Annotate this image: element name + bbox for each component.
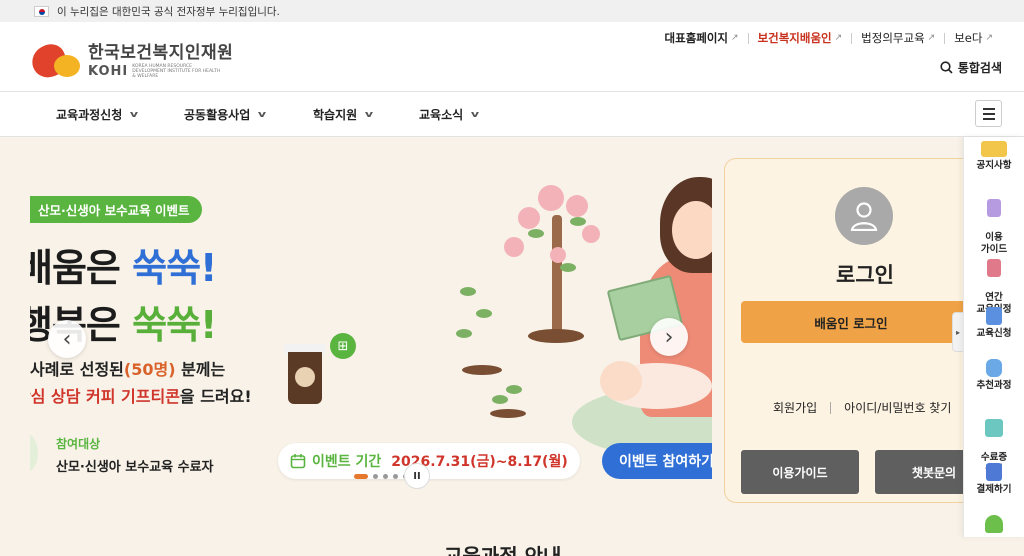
logo-abbr: KOHI: [88, 64, 129, 79]
logo-mark-icon: [27, 39, 82, 82]
gov-banner-text: 이 누리집은 대한민국 공식 전자정부 누리집입니다.: [57, 5, 280, 18]
all-menu-button[interactable]: [975, 100, 1002, 127]
quick-item-guide[interactable]: 이용 가이드: [964, 187, 1024, 256]
gift-icon: ⊞: [330, 333, 356, 359]
signup-link[interactable]: 회원가입: [773, 399, 817, 416]
external-link-icon: ↗: [834, 33, 843, 43]
quick-item-annual-schedule[interactable]: 연간 교육일정: [964, 247, 1024, 316]
event-description-1: 사례로 선정된(50명) 분께는: [30, 360, 226, 379]
nav-education-news[interactable]: 교육소식 v: [419, 106, 480, 123]
util-link-mandatory-edu[interactable]: 법정의무교육 ↗: [852, 30, 944, 46]
pagination-dot-active[interactable]: [354, 474, 368, 479]
quick-item-recommended[interactable]: 추천과정: [964, 359, 1024, 392]
banner-next-arrow-icon[interactable]: ›: [650, 318, 688, 356]
user-guide-button[interactable]: 이용가이드: [741, 450, 859, 494]
find-account-link[interactable]: 아이디/비밀번호 찾기: [844, 399, 951, 416]
login-links: 회원가입 아이디/비밀번호 찾기: [773, 399, 951, 416]
calendar-icon: [987, 259, 1001, 277]
event-description-2: 안심 상담 커피 기프티콘을 드려요!: [30, 387, 252, 406]
external-link-icon: ↗: [927, 33, 936, 43]
util-link-home[interactable]: 대표홈페이지 ↗: [656, 30, 748, 46]
notice-icon: [981, 141, 1007, 157]
payment-icon: [986, 463, 1002, 481]
site-header: 한국보건복지인재원 KOHI KOREA HUMAN RESOURCE DEVE…: [0, 22, 1024, 92]
pagination-dot[interactable]: [393, 474, 398, 479]
quick-item-notice[interactable]: 공지사항: [964, 141, 1024, 172]
chevron-down-icon: v: [258, 109, 267, 120]
person-icon: [985, 515, 1003, 533]
hero-section: 산모·신생아 보수교육 이벤트 배움은 쑥쑥! 행복은 쑥쑥! 사례로 선정된(…: [0, 137, 1024, 556]
integrated-search-button[interactable]: 통합검색: [940, 59, 1002, 76]
target-text: 산모·신생아 보수교육 수료자: [56, 460, 214, 475]
logo-name-ko: 한국보건복지인재원: [88, 43, 234, 63]
calendar-icon: [290, 454, 306, 469]
thumbs-up-icon: [986, 359, 1002, 377]
external-link-icon: ↗: [731, 33, 739, 43]
logo-name-en: KOREA HUMAN RESOURCE DEVELOPMENT INSTITU…: [132, 64, 221, 79]
guide-icon: [987, 199, 1001, 217]
certificate-icon: [985, 419, 1003, 437]
event-participate-button[interactable]: 이벤트 참여하기: [602, 443, 712, 479]
pause-icon[interactable]: II: [404, 463, 430, 489]
main-navigation: 교육과정신청 v 공동활용사업 v 학습지원 v 교육소식 v: [0, 92, 1024, 137]
chevron-down-icon: v: [364, 109, 374, 120]
quick-menu: 공지사항 이용 가이드 연간 교육일정 교육신청 추천과정 수료증 출력 결제하…: [963, 137, 1024, 537]
gov-banner: 이 누리집은 대한민국 공식 전자정부 누리집입니다.: [0, 0, 1024, 22]
chevron-down-icon: v: [470, 109, 480, 120]
quick-item-payment[interactable]: 결제하기: [964, 463, 1024, 496]
search-icon: [940, 61, 953, 74]
event-banner[interactable]: 산모·신생아 보수교육 이벤트 배움은 쑥쑥! 행복은 쑥쑥! 사례로 선정된(…: [30, 137, 712, 507]
utility-links: 대표홈페이지 ↗ 보건복지배움인 ↗ 법정의무교육 ↗ 보e다 ↗: [656, 30, 1002, 46]
event-tag: 산모·신생아 보수교육 이벤트: [30, 196, 203, 223]
nav-learning-support[interactable]: 학습지원 v: [313, 106, 374, 123]
headline-line-1: 배움은 쑥쑥!: [30, 246, 217, 290]
user-avatar-icon: [835, 187, 893, 245]
quick-item-more[interactable]: [964, 515, 1024, 536]
util-link-boeda[interactable]: 보e다 ↗: [945, 30, 1002, 46]
pagination-dot[interactable]: [373, 474, 378, 479]
chevron-down-icon: v: [130, 109, 139, 120]
target-label: 참여대상: [56, 437, 101, 451]
banner-pagination: [354, 474, 408, 479]
pagination-dot[interactable]: [383, 474, 388, 479]
nav-course-application[interactable]: 교육과정신청 v: [56, 106, 139, 123]
site-logo[interactable]: 한국보건복지인재원 KOHI KOREA HUMAN RESOURCE DEVE…: [27, 38, 234, 82]
baeumin-login-button[interactable]: 배움인 로그인: [741, 301, 981, 343]
external-link-icon: ↗: [985, 33, 993, 43]
section-title-courses: 교육과정 안내: [444, 544, 562, 556]
util-link-baeumin[interactable]: 보건복지배움인 ↗: [749, 30, 852, 46]
nav-joint-project[interactable]: 공동활용사업 v: [184, 106, 267, 123]
application-icon: [986, 307, 1002, 325]
quick-item-course-application[interactable]: 교육신청: [964, 307, 1024, 340]
banner-prev-arrow-icon[interactable]: ‹: [48, 320, 86, 358]
korea-flag-icon: [34, 5, 49, 17]
login-panel: 로그인 배움인 로그인 회원가입 아이디/비밀번호 찾기 이용가이드 챗봇문의: [724, 158, 993, 503]
